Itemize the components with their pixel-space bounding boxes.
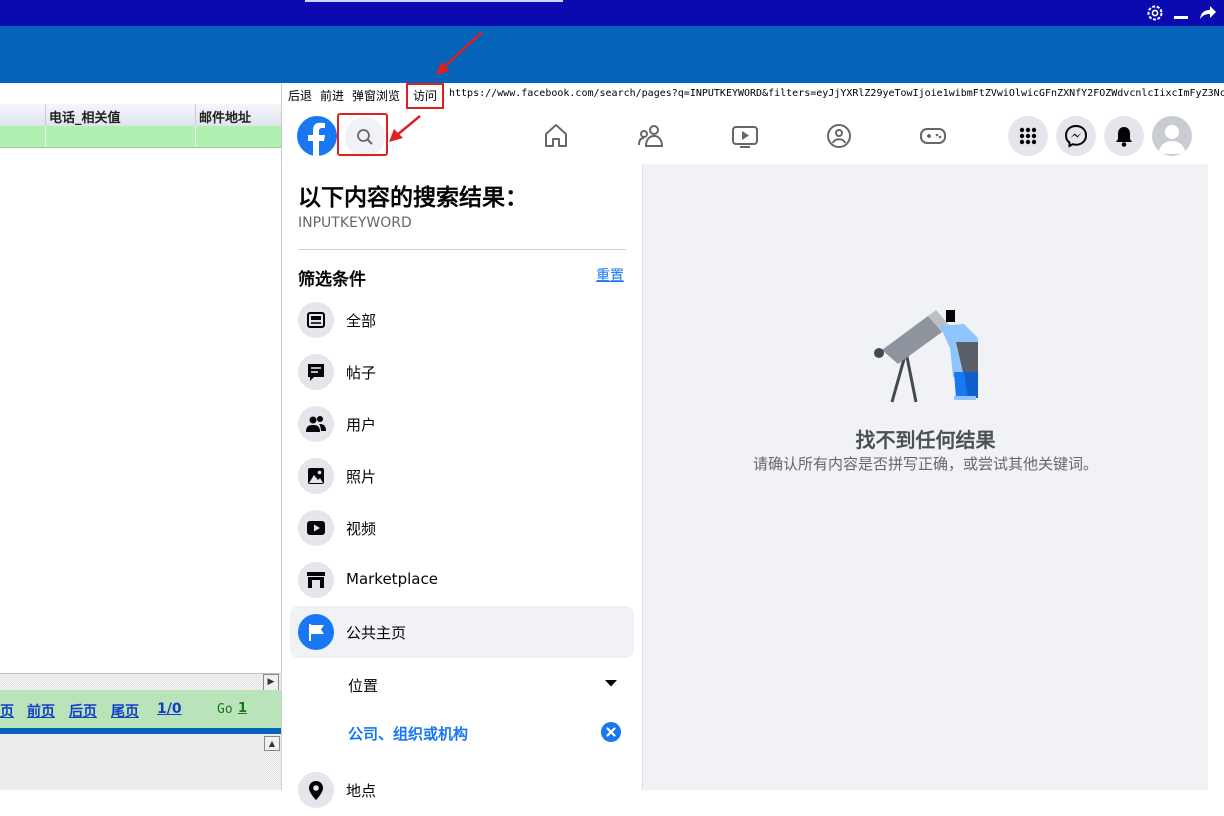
places-icon	[298, 772, 334, 808]
all-results-icon	[298, 302, 334, 338]
divider	[298, 249, 626, 250]
column-header-phone[interactable]: 电话_相关值	[49, 107, 121, 126]
page-info: 1/0	[157, 701, 182, 717]
filter-places[interactable]: 地点	[290, 764, 634, 816]
popup-browse-button[interactable]: 弹窗浏览	[352, 87, 400, 104]
notifications-icon[interactable]	[1104, 116, 1144, 156]
scroll-up-arrow-icon[interactable]: ▲	[264, 736, 280, 751]
home-icon[interactable]	[539, 119, 573, 153]
posts-icon	[298, 354, 334, 390]
column-header-email[interactable]: 邮件地址	[199, 107, 251, 126]
grid-header: 电话_相关值 邮件地址	[0, 104, 281, 127]
vertical-scrollbar[interactable]: ▲	[263, 734, 281, 790]
facebook-top-nav	[282, 109, 1208, 164]
photos-icon	[298, 458, 334, 494]
last-page-link[interactable]: 尾页	[111, 701, 139, 721]
column-separator	[195, 104, 196, 126]
title-bar-tab-slot	[305, 0, 563, 2]
cell-separator	[45, 126, 46, 147]
filter-label: 用户	[346, 416, 377, 434]
visit-button[interactable]: 访问	[406, 83, 444, 109]
app-toolbar-band	[0, 26, 1224, 83]
cell-separator	[195, 126, 196, 147]
filter-label: 地点	[346, 782, 377, 800]
gear-icon[interactable]	[1144, 3, 1166, 23]
filter-label: 视频	[346, 520, 377, 538]
videos-icon	[298, 510, 334, 546]
window-title-bar	[0, 0, 1224, 26]
forward-button[interactable]: 前进	[320, 87, 344, 104]
next-page-link[interactable]: 后页	[69, 701, 97, 721]
back-button[interactable]: 后退	[288, 87, 312, 104]
filter-people[interactable]: 用户	[290, 398, 634, 450]
address-bar[interactable]: https://www.facebook.com/search/pages?q=…	[449, 88, 1224, 99]
first-page-link[interactable]: 页	[0, 701, 14, 721]
table-row[interactable]	[0, 126, 281, 148]
minimize-icon[interactable]	[1170, 3, 1192, 23]
go-page-number[interactable]: 1	[238, 701, 247, 716]
prev-page-link[interactable]: 前页	[27, 701, 55, 721]
category-filter-selected[interactable]: 公司、组织或机构	[290, 710, 634, 754]
grid-pager: 页 前页 后页 尾页 1/0 Go 1	[0, 690, 281, 728]
clear-filter-icon[interactable]	[601, 722, 621, 742]
pages-flag-icon	[298, 614, 334, 650]
profile-avatar-icon[interactable]	[1152, 116, 1192, 156]
gaming-icon[interactable]	[916, 119, 950, 153]
messenger-icon[interactable]	[1056, 116, 1096, 156]
search-results-main: 找不到任何结果 请确认所有内容是否拼写正确，或尝试其他关键词。	[643, 164, 1208, 790]
location-filter-dropdown[interactable]: 位置	[290, 662, 634, 706]
empty-results-subtitle: 请确认所有内容是否拼写正确，或尝试其他关键词。	[752, 455, 1098, 473]
filter-videos[interactable]: 视频	[290, 502, 634, 554]
scroll-right-arrow-icon[interactable]: ▶	[263, 674, 279, 691]
reset-filters-link[interactable]: 重置	[596, 265, 624, 285]
right-gutter	[1208, 109, 1224, 790]
people-icon	[298, 406, 334, 442]
watch-icon[interactable]	[728, 119, 762, 153]
horizontal-scrollbar[interactable]: ▶	[0, 673, 281, 691]
filter-label: 帖子	[346, 364, 377, 382]
menu-grid-icon[interactable]	[1008, 116, 1048, 156]
annotation-highlight-box	[337, 113, 388, 156]
go-label[interactable]: Go	[217, 702, 233, 717]
groups-icon[interactable]	[822, 119, 856, 153]
search-results-title: 以下内容的搜索结果：	[298, 185, 528, 211]
search-filters-sidebar: 以下内容的搜索结果： INPUTKEYWORD 筛选条件 重置 全部 帖子 用户…	[282, 164, 643, 808]
filter-label: 全部	[346, 312, 377, 330]
search-keyword: INPUTKEYWORD	[298, 215, 412, 231]
filter-all[interactable]: 全部	[290, 294, 634, 346]
marketplace-icon	[298, 562, 334, 598]
column-separator	[45, 104, 46, 126]
lower-detail-panel	[0, 734, 281, 790]
browser-toolbar: 后退 前进 弹窗浏览 访问 https://www.facebook.com/s…	[282, 83, 1224, 109]
filters-heading: 筛选条件	[298, 270, 366, 290]
filter-photos[interactable]: 照片	[290, 450, 634, 502]
return-arrow-icon[interactable]	[1196, 3, 1218, 23]
filter-posts[interactable]: 帖子	[290, 346, 634, 398]
filter-marketplace[interactable]: Marketplace	[290, 554, 634, 606]
facebook-logo-icon[interactable]	[297, 116, 337, 156]
filter-label: Marketplace	[346, 570, 438, 588]
empty-results-title: 找不到任何结果	[855, 428, 996, 452]
filter-label: 照片	[346, 468, 377, 486]
results-grid-panel: 电话_相关值 邮件地址 ▶ 页 前页 后页 尾页 1/0 Go 1 ▲	[0, 83, 282, 790]
telescope-person-icon	[874, 310, 978, 403]
dropdown-caret-icon	[605, 680, 617, 687]
sub-filter-label: 公司、组织或机构	[348, 725, 469, 743]
filter-pages[interactable]: 公共主页	[290, 606, 634, 658]
friends-icon[interactable]	[634, 119, 668, 153]
filter-label: 公共主页	[346, 624, 407, 642]
sub-filter-label: 位置	[348, 677, 379, 695]
